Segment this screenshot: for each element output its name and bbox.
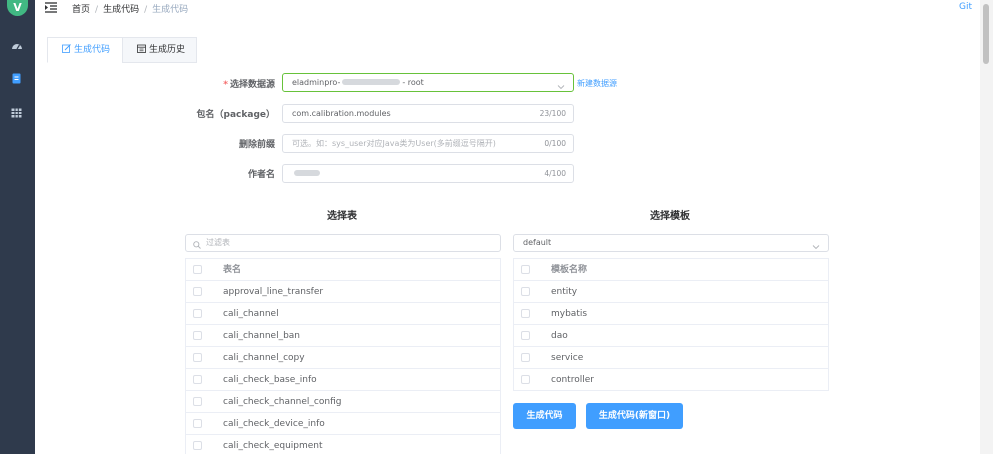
row-checkbox[interactable] — [193, 353, 202, 362]
row-name: cali_channel — [223, 309, 279, 319]
breadcrumb-codegen[interactable]: 生成代码 — [103, 5, 139, 15]
chevron-down-icon — [557, 79, 565, 90]
generate-code-button[interactable]: 生成代码 — [513, 403, 576, 429]
template-select[interactable]: default — [513, 234, 829, 252]
git-link[interactable]: Git — [959, 2, 972, 12]
row-name: cali_channel_copy — [223, 353, 305, 363]
row-name: dao — [551, 331, 568, 341]
tab-generate-code[interactable]: 生成代码 — [47, 37, 123, 63]
table-row[interactable]: cali_check_equipment — [186, 435, 500, 454]
table-row[interactable]: cali_check_device_info — [186, 413, 500, 435]
edit-icon — [62, 39, 71, 53]
table-row[interactable]: cali_channel — [186, 303, 500, 325]
breadcrumb-home[interactable]: 首页 — [72, 5, 90, 15]
tab-generate-history[interactable]: 生成历史 — [122, 37, 197, 63]
row-name: cali_check_equipment — [223, 441, 323, 451]
row-name: approval_line_transfer — [223, 287, 324, 297]
char-counter: 0/100 — [544, 139, 566, 148]
select-table-title: 选择表 — [327, 211, 357, 222]
table-row[interactable]: entity — [514, 281, 828, 303]
row-checkbox[interactable] — [521, 309, 530, 318]
row-checkbox[interactable] — [521, 375, 530, 384]
column-header: 模板名称 — [551, 265, 588, 275]
row-checkbox[interactable] — [193, 331, 202, 340]
table-row[interactable]: cali_channel_copy — [186, 347, 500, 369]
row-checkbox[interactable] — [521, 353, 530, 362]
logo[interactable]: V — [7, 0, 28, 16]
dashboard-icon[interactable] — [11, 40, 24, 51]
table-row[interactable]: service — [514, 347, 828, 369]
row-name: mybatis — [551, 309, 588, 319]
search-icon — [193, 239, 201, 249]
breadcrumb-current: 生成代码 — [152, 5, 189, 15]
package-label: 包名（package） — [196, 110, 275, 120]
menu-toggle-icon[interactable] — [45, 2, 58, 14]
breadcrumb: 首页 / 生成代码 / 生成代码 — [72, 5, 189, 15]
calendar-icon — [137, 39, 146, 53]
row-checkbox[interactable] — [193, 309, 202, 318]
row-name: cali_check_device_info — [223, 419, 325, 429]
generate-code-new-window-button[interactable]: 生成代码(新窗口) — [586, 403, 683, 429]
prefix-label: 删除前缀 — [238, 140, 275, 150]
tables-list: 表名 approval_line_transfer cali_channelcali… — [185, 258, 501, 454]
row-checkbox[interactable] — [193, 397, 202, 406]
row-checkbox[interactable] — [193, 287, 202, 296]
page-scrollbar[interactable] — [980, 0, 993, 454]
table-row[interactable]: mybatis — [514, 303, 828, 325]
table-row[interactable]: cali_channel_ban — [186, 325, 500, 347]
row-name: cali_channel_ban — [223, 331, 301, 341]
select-all-checkbox[interactable] — [193, 265, 202, 274]
row-name: entity — [551, 287, 578, 297]
templates-list: 模板名称 entity mybatis dao service controller — [513, 258, 829, 391]
author-label: 作者名 — [247, 170, 275, 180]
select-all-checkbox[interactable] — [521, 265, 530, 274]
table-row[interactable]: dao — [514, 325, 828, 347]
table-icon[interactable] — [11, 108, 24, 119]
datasource-select[interactable]: eladminpro- - root — [282, 73, 574, 92]
chevron-down-icon — [812, 240, 820, 250]
row-checkbox[interactable] — [521, 287, 530, 296]
table-row[interactable]: cali_check_channel_config — [186, 391, 500, 413]
char-counter: 23/100 — [539, 109, 566, 118]
package-input[interactable]: com.calibration.modules 23/100 — [282, 104, 574, 123]
char-counter: 4/100 — [544, 169, 566, 178]
row-checkbox[interactable] — [521, 331, 530, 340]
row-name: cali_check_channel_config — [223, 397, 342, 407]
row-checkbox[interactable] — [193, 441, 202, 450]
table-header-row: 表名 — [186, 259, 500, 281]
row-name: service — [551, 353, 584, 363]
top-navbar: 首页 / 生成代码 / 生成代码 Git — [35, 0, 980, 18]
datasource-label: * 选择数据源 — [223, 80, 275, 90]
scroll-thumb[interactable] — [983, 4, 989, 64]
new-datasource-link[interactable]: 新建数据源 — [577, 78, 617, 89]
table-row[interactable]: approval_line_transfer — [186, 281, 500, 303]
row-name: controller — [551, 375, 594, 385]
table-filter-input[interactable]: 过滤表 — [185, 234, 501, 252]
row-name: cali_check_base_info — [223, 375, 317, 385]
table-row[interactable]: cali_check_base_info — [186, 369, 500, 391]
column-header: 表名 — [223, 265, 242, 275]
table-header-row: 模板名称 — [514, 259, 828, 281]
row-checkbox[interactable] — [193, 419, 202, 428]
sidebar: V — [0, 0, 35, 454]
row-checkbox[interactable] — [193, 375, 202, 384]
author-input[interactable]: 4/100 — [282, 164, 574, 183]
select-template-title: 选择模板 — [650, 211, 690, 222]
document-icon[interactable] — [11, 73, 24, 84]
table-row[interactable]: controller — [514, 369, 828, 391]
prefix-input[interactable]: 可选。如：sys_user对应Java类为User(多前缀逗号隔开) 0/100 — [282, 134, 574, 153]
